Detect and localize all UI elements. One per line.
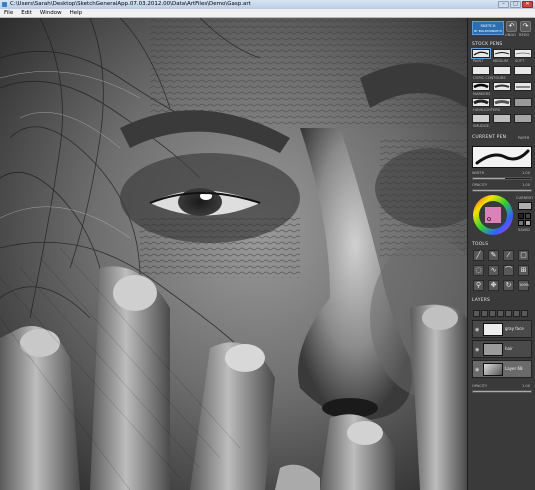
menu-window[interactable]: Window (40, 9, 62, 17)
layer-item[interactable]: ◉ hair (472, 340, 532, 358)
layer-name: hair (505, 346, 513, 351)
redo-label: REDO (519, 33, 530, 37)
close-button[interactable]: ✕ (522, 1, 533, 8)
pen-copic-2[interactable] (493, 66, 511, 75)
layer-opacity-slider[interactable] (472, 390, 532, 393)
pen-label-paint: PAINT (473, 59, 484, 63)
rotate-icon[interactable]: ↻ (503, 280, 514, 291)
add-layer-button[interactable] (473, 310, 480, 317)
eye-icon[interactable]: ◉ (475, 367, 479, 373)
pen-highlight-3[interactable] (514, 98, 532, 107)
layer-thumbnail (483, 323, 503, 336)
layer-opacity-label: OPACITY (472, 384, 488, 388)
opacity-slider[interactable] (472, 189, 532, 192)
eye-icon[interactable]: ◉ (475, 327, 479, 333)
width-value: 1.00 (522, 171, 531, 175)
layers-title: LAYERS (472, 298, 491, 303)
stroke-preview (472, 146, 532, 168)
tools-title: TOOLS (472, 242, 489, 247)
undo-label: UNDO (505, 33, 516, 37)
pen-smudge-3[interactable] (514, 114, 532, 123)
eye-icon[interactable]: ◉ (475, 347, 479, 353)
color-wheel[interactable] (472, 194, 514, 236)
layer-name: Layer 68 (505, 366, 523, 371)
layer-item[interactable]: ◉ gray face (472, 320, 532, 338)
brush-icon[interactable]: ╱ (473, 250, 484, 261)
layer-opacity-value: 1.00 (522, 384, 531, 388)
current-color-label: CURRENT (516, 196, 534, 200)
saved-swatch-4[interactable] (525, 220, 531, 226)
pen-copic-3[interactable] (514, 66, 532, 75)
highlighters-label: HIGHLIGHTERS (473, 108, 501, 112)
pen-smudge-1[interactable] (472, 114, 490, 123)
window-controls: – □ ✕ (498, 1, 533, 8)
undo-button[interactable]: ↶ (506, 21, 517, 32)
saved-swatch-1[interactable] (518, 213, 524, 219)
pencil-icon[interactable]: ✎ (488, 250, 499, 261)
artwork-old-face (0, 18, 467, 490)
menu-file[interactable]: File (4, 9, 13, 17)
layer-down-button[interactable] (513, 310, 520, 317)
pen-smudge-2[interactable] (493, 114, 511, 123)
copic-label: COPIC CONTOURS (473, 76, 506, 80)
window-titlebar[interactable]: C:\Users\Sarah\Desktop\SketchGeneralApp.… (0, 0, 535, 9)
pen-marker-1[interactable] (472, 82, 490, 91)
app-logo: SKETCH BY BOLDMONKEYS (472, 21, 504, 35)
duplicate-layer-button[interactable] (489, 310, 496, 317)
layer-item[interactable]: ◉ Layer 68 (472, 360, 532, 378)
opacity-label: OPACITY (472, 183, 488, 187)
drawing-canvas[interactable] (0, 18, 467, 490)
pen-soft[interactable] (514, 49, 532, 58)
saved-swatch-3[interactable] (518, 220, 524, 226)
maximize-button[interactable]: □ (510, 1, 521, 8)
tool-panel: SKETCH BY BOLDMONKEYS ↶ ↷ UNDO REDO STOC… (467, 18, 535, 490)
reset-view-icon[interactable]: 100% (518, 280, 529, 291)
layer-options-button[interactable] (521, 310, 528, 317)
markers-label: MARKERS (473, 92, 491, 96)
window-title: C:\Users\Sarah\Desktop\SketchGeneralApp.… (10, 1, 251, 7)
app-icon (2, 2, 7, 7)
width-label: WIDTH (472, 171, 485, 175)
menu-help[interactable]: Help (70, 9, 83, 17)
smudge-label: SMUDGE (473, 124, 489, 128)
pen-marker-2[interactable] (493, 82, 511, 91)
zoom-icon[interactable]: ⚲ (473, 280, 484, 291)
layer-thumbnail (483, 343, 503, 356)
redo-button[interactable]: ↷ (520, 21, 531, 32)
line-icon[interactable]: ⁄ (503, 250, 514, 261)
current-color-swatch[interactable] (518, 202, 532, 210)
saved-swatch-2[interactable] (525, 213, 531, 219)
logo-text-2: BY BOLDMONKEYS (474, 29, 502, 33)
merge-layer-button[interactable] (497, 310, 504, 317)
transform-icon[interactable]: ⊞ (518, 265, 529, 276)
opacity-value: 1.00 (522, 183, 531, 187)
pen-medium[interactable] (493, 49, 511, 58)
delete-layer-button[interactable] (481, 310, 488, 317)
pen-copic-1[interactable] (472, 66, 490, 75)
menu-bar: File Edit Window Help (0, 9, 535, 18)
layer-name: gray face (505, 326, 524, 331)
stock-pens-title: STOCK PENS (472, 42, 503, 47)
pen-label-medium: MEDIUM (493, 59, 508, 63)
menu-edit[interactable]: Edit (21, 9, 32, 17)
pen-highlight-2[interactable] (493, 98, 511, 107)
pen-label-soft: SOFT (515, 59, 525, 63)
layer-thumbnail (483, 363, 503, 376)
move-icon[interactable]: ✥ (488, 280, 499, 291)
layer-up-button[interactable] (505, 310, 512, 317)
saved-label: SAVED (518, 228, 531, 232)
minimize-button[interactable]: – (498, 1, 509, 8)
fill-icon[interactable]: ▢ (518, 250, 529, 261)
pen-marker-3[interactable] (514, 82, 532, 91)
curve-icon[interactable]: ⌒ (503, 265, 514, 276)
width-slider[interactable] (472, 177, 532, 180)
lasso-icon[interactable]: ◌ (473, 265, 484, 276)
pen-paint[interactable] (471, 48, 491, 59)
pen-highlight-1[interactable] (472, 98, 490, 107)
current-pen-title: CURRENT PEN (472, 135, 507, 140)
smudge-icon[interactable]: ∿ (488, 265, 499, 276)
paper-label[interactable]: PAPER (518, 136, 529, 140)
